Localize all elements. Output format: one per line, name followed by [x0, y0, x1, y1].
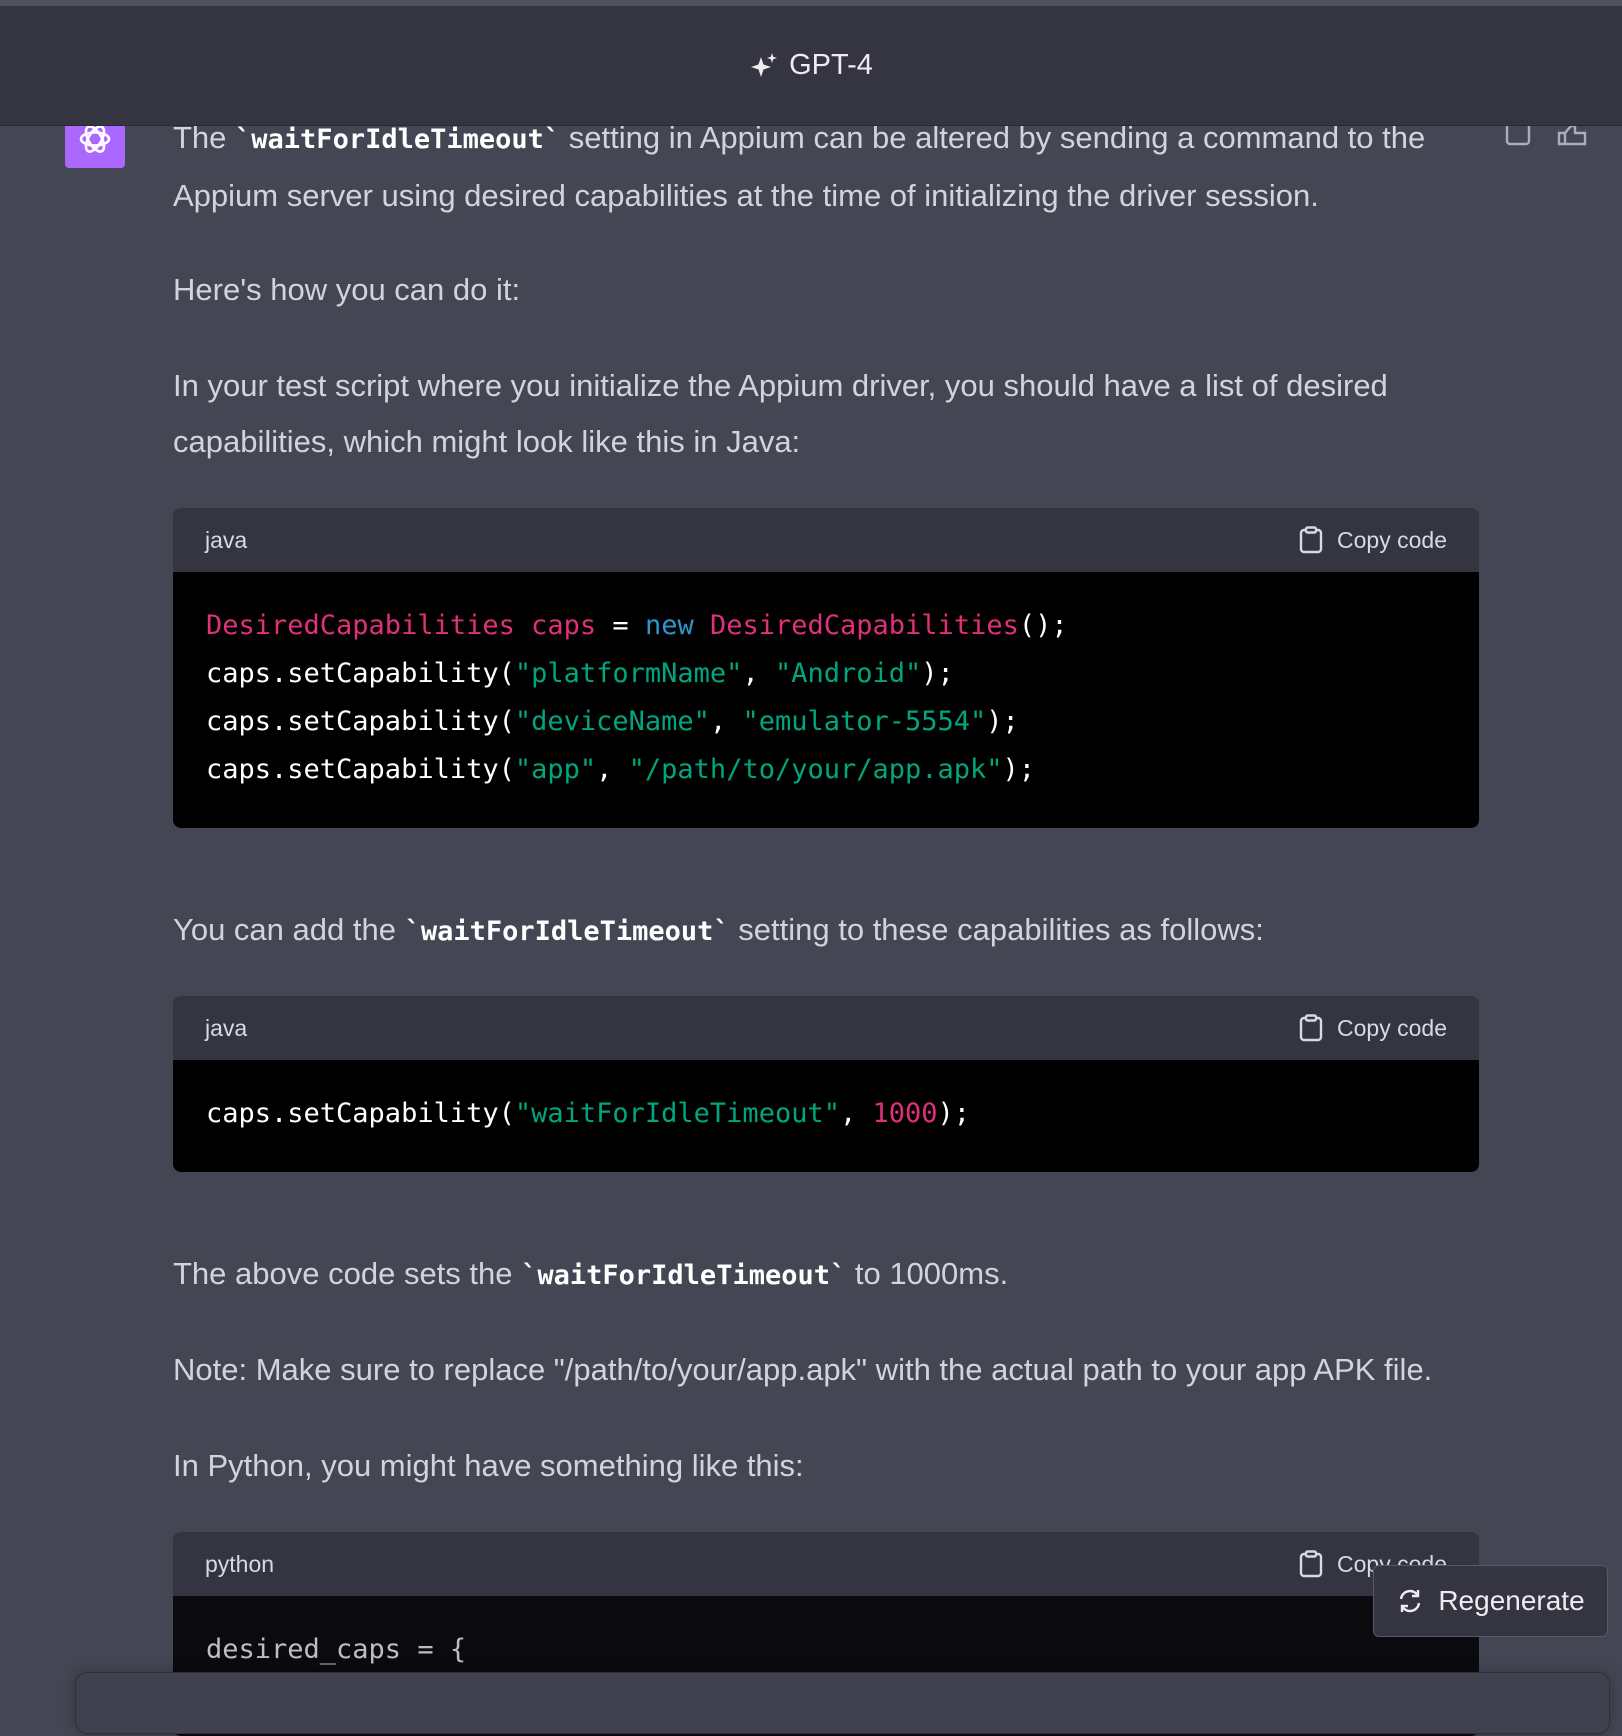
code-block-header: python Copy code [173, 1532, 1479, 1596]
refresh-icon [1400, 1589, 1421, 1613]
code-body: caps.setCapability("waitForIdleTimeout",… [173, 1060, 1479, 1172]
inline-code: `waitForIdleTimeout` [521, 1260, 847, 1291]
code-language-label: java [205, 1014, 248, 1041]
code-language-label: python [205, 1550, 275, 1577]
code-block-java-1: java Copy code DesiredCapabilities caps … [173, 508, 1479, 828]
top-bar: GPT-4 [0, 0, 1622, 126]
code-line: DesiredCapabilities caps = new DesiredCa… [206, 610, 1068, 641]
inline-code: `waitForIdleTimeout` [404, 916, 730, 947]
clipboard-icon [1299, 1014, 1323, 1042]
thumbs-up-icon[interactable] [1557, 124, 1587, 146]
code-body: DesiredCapabilities caps = new DesiredCa… [173, 572, 1479, 828]
code-block-java-2: java Copy code caps.setCapability("waitF… [173, 996, 1479, 1172]
code-line: desired_caps = { [206, 1634, 467, 1665]
model-selector[interactable]: GPT-4 [749, 49, 873, 82]
sparkle-icon [751, 52, 778, 77]
message-input[interactable] [75, 1672, 1610, 1734]
copy-code-button[interactable]: Copy code [1299, 1014, 1447, 1042]
code-block-header: java Copy code [173, 508, 1479, 572]
copy-message-icon[interactable] [1505, 124, 1531, 146]
message-actions [1505, 124, 1587, 146]
paragraph-python-intro: In Python, you might have something like… [173, 1448, 804, 1483]
paragraph-add-setting: You can add the `waitForIdleTimeout` set… [173, 912, 1264, 947]
code-line: caps.setCapability("app", "/path/to/your… [206, 754, 1036, 785]
model-label: GPT-4 [789, 49, 873, 81]
inline-code: `waitForIdleTimeout` [235, 124, 561, 155]
clipboard-icon [1299, 526, 1323, 554]
regenerate-button[interactable]: Regenerate [1373, 1565, 1608, 1637]
code-line: caps.setCapability("deviceName", "emulat… [206, 706, 1019, 737]
paragraph-java-intro: In your test script where you initialize… [173, 368, 1388, 459]
paragraph-sets-timeout: The above code sets the `waitForIdleTime… [173, 1256, 1009, 1291]
code-line: caps.setCapability("platformName", "Andr… [206, 658, 954, 689]
paragraph-intro: The `waitForIdleTimeout` setting in Appi… [173, 120, 1426, 213]
copy-code-button[interactable]: Copy code [1299, 526, 1447, 554]
code-line: caps.setCapability("waitForIdleTimeout",… [206, 1098, 971, 1129]
code-block-header: java Copy code [173, 996, 1479, 1060]
paragraph-note: Note: Make sure to replace "/path/to/you… [173, 1352, 1433, 1387]
code-language-label: java [205, 526, 248, 553]
assistant-message: The `waitForIdleTimeout` setting in Appi… [173, 110, 1493, 224]
clipboard-icon [1299, 1550, 1323, 1578]
paragraph-howto: Here's how you can do it: [173, 272, 521, 307]
